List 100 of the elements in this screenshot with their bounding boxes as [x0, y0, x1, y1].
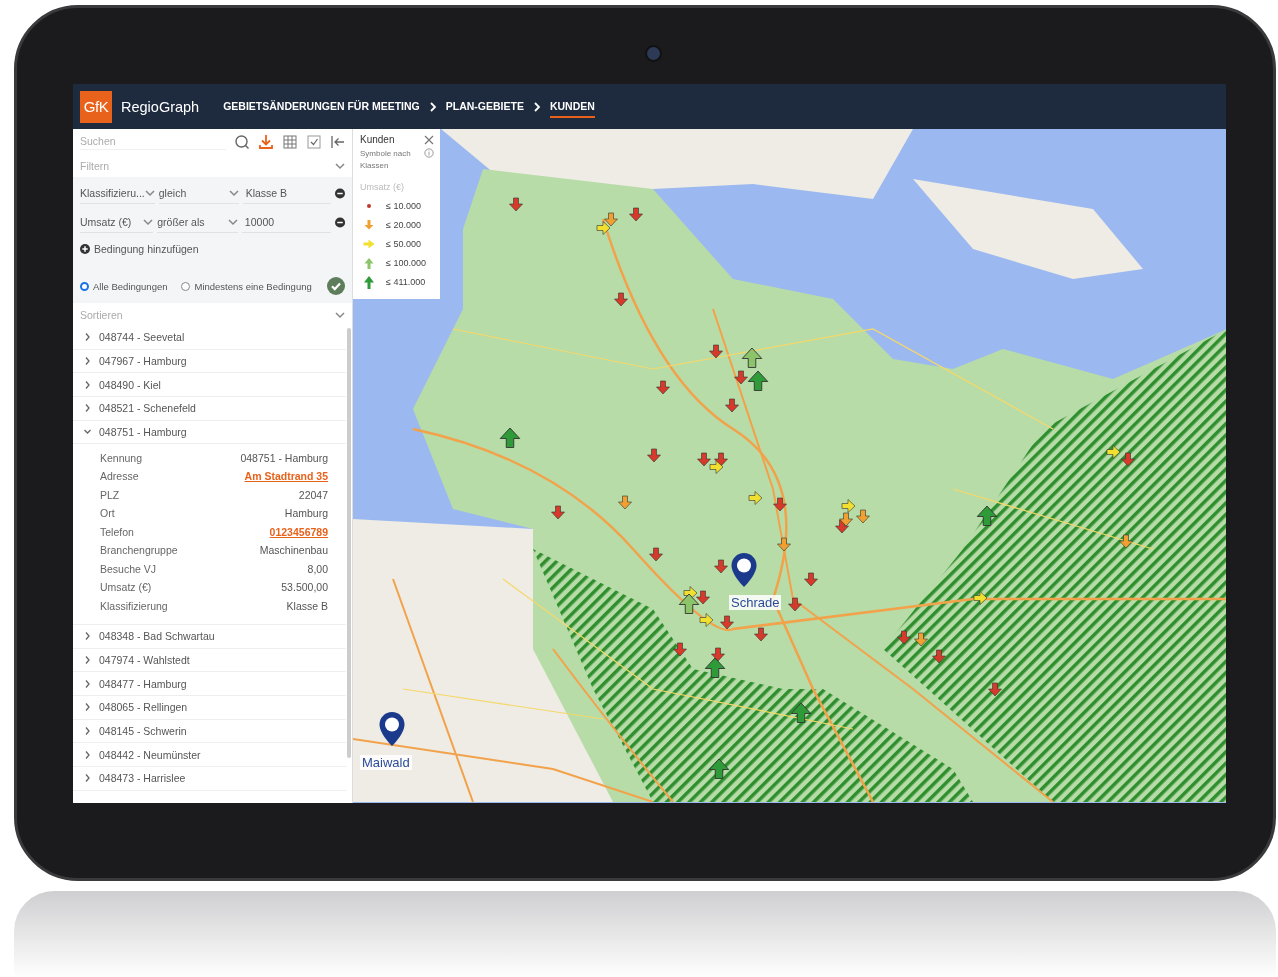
arrow-marker-icon[interactable]	[777, 537, 791, 552]
arrow-marker-icon[interactable]	[697, 452, 711, 467]
scrollbar[interactable]	[347, 328, 351, 758]
customer-list-item[interactable]: 047974 - Wahlstedt	[73, 648, 346, 673]
arrow-marker-icon[interactable]	[725, 398, 739, 413]
arrow-marker-icon[interactable]	[804, 572, 818, 587]
arrow-marker-icon[interactable]	[683, 586, 698, 600]
arrow-marker-icon[interactable]	[741, 347, 763, 368]
value-field[interactable]: Klasse B	[242, 183, 331, 204]
radio-option[interactable]: Alle Bedingungen	[80, 280, 168, 292]
legend-heading: Umsatz (€)	[360, 182, 405, 192]
detail-label: Kennung	[100, 451, 143, 464]
app-name: RegioGraph	[121, 98, 200, 115]
detail-label: Branchengruppe	[100, 544, 178, 557]
arrow-marker-icon[interactable]	[596, 221, 611, 235]
radio-option[interactable]: Mindestens eine Bedingung	[181, 280, 312, 292]
arrow-marker-icon[interactable]	[1106, 445, 1121, 459]
arrow-marker-icon[interactable]	[1121, 452, 1135, 467]
arrow-marker-icon[interactable]	[1119, 534, 1133, 549]
arrow-marker-icon[interactable]	[748, 491, 763, 505]
arrow-marker-icon[interactable]	[897, 630, 911, 645]
arrow-marker-icon[interactable]	[711, 647, 725, 662]
table-icon[interactable]	[282, 133, 298, 150]
customer-list-item[interactable]: 048477 - Hamburg	[73, 672, 346, 696]
arrow-marker-icon[interactable]	[734, 370, 748, 385]
arrow-marker-icon[interactable]	[656, 380, 670, 395]
customer-list-item[interactable]: 047967 - Hamburg	[73, 349, 346, 374]
customer-list-item[interactable]: 048744 - Seevetal	[73, 326, 346, 350]
breadcrumb-link[interactable]: GEBIETSÄNDERUNGEN FÜR MEETING	[223, 95, 420, 118]
detail-value: Maschinenbau	[259, 544, 328, 557]
field-dropdown[interactable]: Klassifizieru...	[80, 183, 155, 204]
arrow-marker-icon[interactable]	[704, 657, 726, 678]
arrow-marker-icon[interactable]	[714, 559, 728, 574]
detail-label: Ort	[100, 507, 115, 520]
arrow-marker-icon[interactable]	[629, 207, 643, 222]
location-pin-icon[interactable]	[378, 711, 406, 747]
arrow-marker-icon[interactable]	[649, 547, 663, 562]
arrow-marker-icon[interactable]	[673, 642, 687, 657]
detail-value: 22047	[298, 488, 328, 501]
apply-filter-icon[interactable]	[327, 277, 345, 295]
add-condition-button[interactable]: Bedingung hinzufügen	[80, 243, 199, 255]
customer-list-item[interactable]: 048490 - Kiel	[73, 373, 346, 398]
arrow-marker-icon[interactable]	[988, 682, 1002, 697]
sort-label: Sortieren	[80, 308, 123, 321]
operator-dropdown[interactable]: größer als	[157, 212, 238, 233]
arrow-marker-icon[interactable]	[678, 593, 700, 614]
arrow-marker-icon[interactable]	[932, 649, 946, 664]
arrow-marker-icon[interactable]	[856, 509, 870, 524]
arrow-marker-icon[interactable]	[551, 505, 565, 520]
detail-value: 048751 - Hamburg	[240, 451, 328, 464]
arrow-marker-icon[interactable]	[699, 613, 714, 627]
arrow-marker-icon[interactable]	[509, 197, 523, 212]
customer-list-item[interactable]: 048521 - Schenefeld	[73, 397, 346, 421]
field-dropdown[interactable]: Umsatz (€)	[80, 212, 154, 233]
arrow-marker-icon[interactable]	[788, 597, 802, 612]
arrow-marker-icon[interactable]	[618, 495, 632, 510]
legend-label: ≤ 20.000	[386, 219, 421, 230]
chevron-right-icon	[532, 101, 541, 112]
customer-list-item[interactable]: 048473 - Harrislee	[73, 767, 346, 791]
arrow-marker-icon[interactable]	[714, 452, 728, 467]
legend-subtitle: Symbole nach Klassen	[360, 148, 412, 172]
arrow-marker-icon[interactable]	[647, 448, 661, 463]
arrow-marker-icon[interactable]	[754, 627, 768, 642]
remove-condition-icon[interactable]	[334, 217, 345, 228]
customer-list-item[interactable]: 048751 - Hamburg	[73, 420, 346, 445]
arrow-marker-icon[interactable]	[839, 512, 853, 527]
arrow-marker-icon[interactable]	[835, 519, 849, 534]
arrow-marker-icon[interactable]	[747, 370, 769, 391]
plus-icon	[80, 244, 90, 254]
arrow-marker-icon[interactable]	[773, 497, 787, 512]
arrow-marker-icon[interactable]	[973, 591, 988, 605]
remove-condition-icon[interactable]	[335, 188, 345, 199]
arrow-marker-icon[interactable]	[841, 499, 856, 513]
customer-list-item[interactable]: 048065 - Rellingen	[73, 696, 346, 720]
arrow-marker-icon[interactable]	[720, 615, 734, 630]
arrow-marker-icon[interactable]	[499, 427, 521, 448]
search-icon[interactable]	[234, 133, 250, 150]
location-pin-icon[interactable]	[730, 552, 758, 588]
arrow-marker-icon[interactable]	[604, 212, 618, 227]
arrow-marker-icon[interactable]	[709, 460, 724, 474]
arrow-marker-icon[interactable]	[709, 344, 723, 359]
close-icon[interactable]	[424, 134, 434, 145]
customer-list-item[interactable]: 048348 - Bad Schwartau	[73, 624, 346, 649]
customer-list-item[interactable]: 048145 - Schwerin	[73, 719, 346, 744]
chevron-down-icon	[143, 217, 154, 227]
arrow-marker-icon[interactable]	[790, 702, 812, 723]
value-field[interactable]: 10000	[241, 212, 331, 233]
operator-dropdown[interactable]: gleich	[158, 183, 239, 204]
collapse-panel-icon[interactable]	[330, 133, 346, 150]
arrow-marker-icon[interactable]	[708, 758, 730, 779]
arrow-marker-icon[interactable]	[914, 632, 928, 647]
breadcrumb-link[interactable]: KUNDEN	[549, 95, 595, 118]
arrow-marker-icon[interactable]	[696, 590, 710, 605]
download-icon[interactable]	[258, 133, 274, 150]
checkbox-icon[interactable]	[306, 133, 322, 150]
arrow-marker-icon[interactable]	[976, 505, 998, 526]
legend-label: ≤ 10.000	[386, 200, 421, 211]
customer-list-item[interactable]: 048442 - Neumünster	[73, 743, 346, 768]
breadcrumb-link[interactable]: PLAN-GEBIETE	[445, 95, 524, 118]
arrow-marker-icon[interactable]	[614, 292, 628, 307]
